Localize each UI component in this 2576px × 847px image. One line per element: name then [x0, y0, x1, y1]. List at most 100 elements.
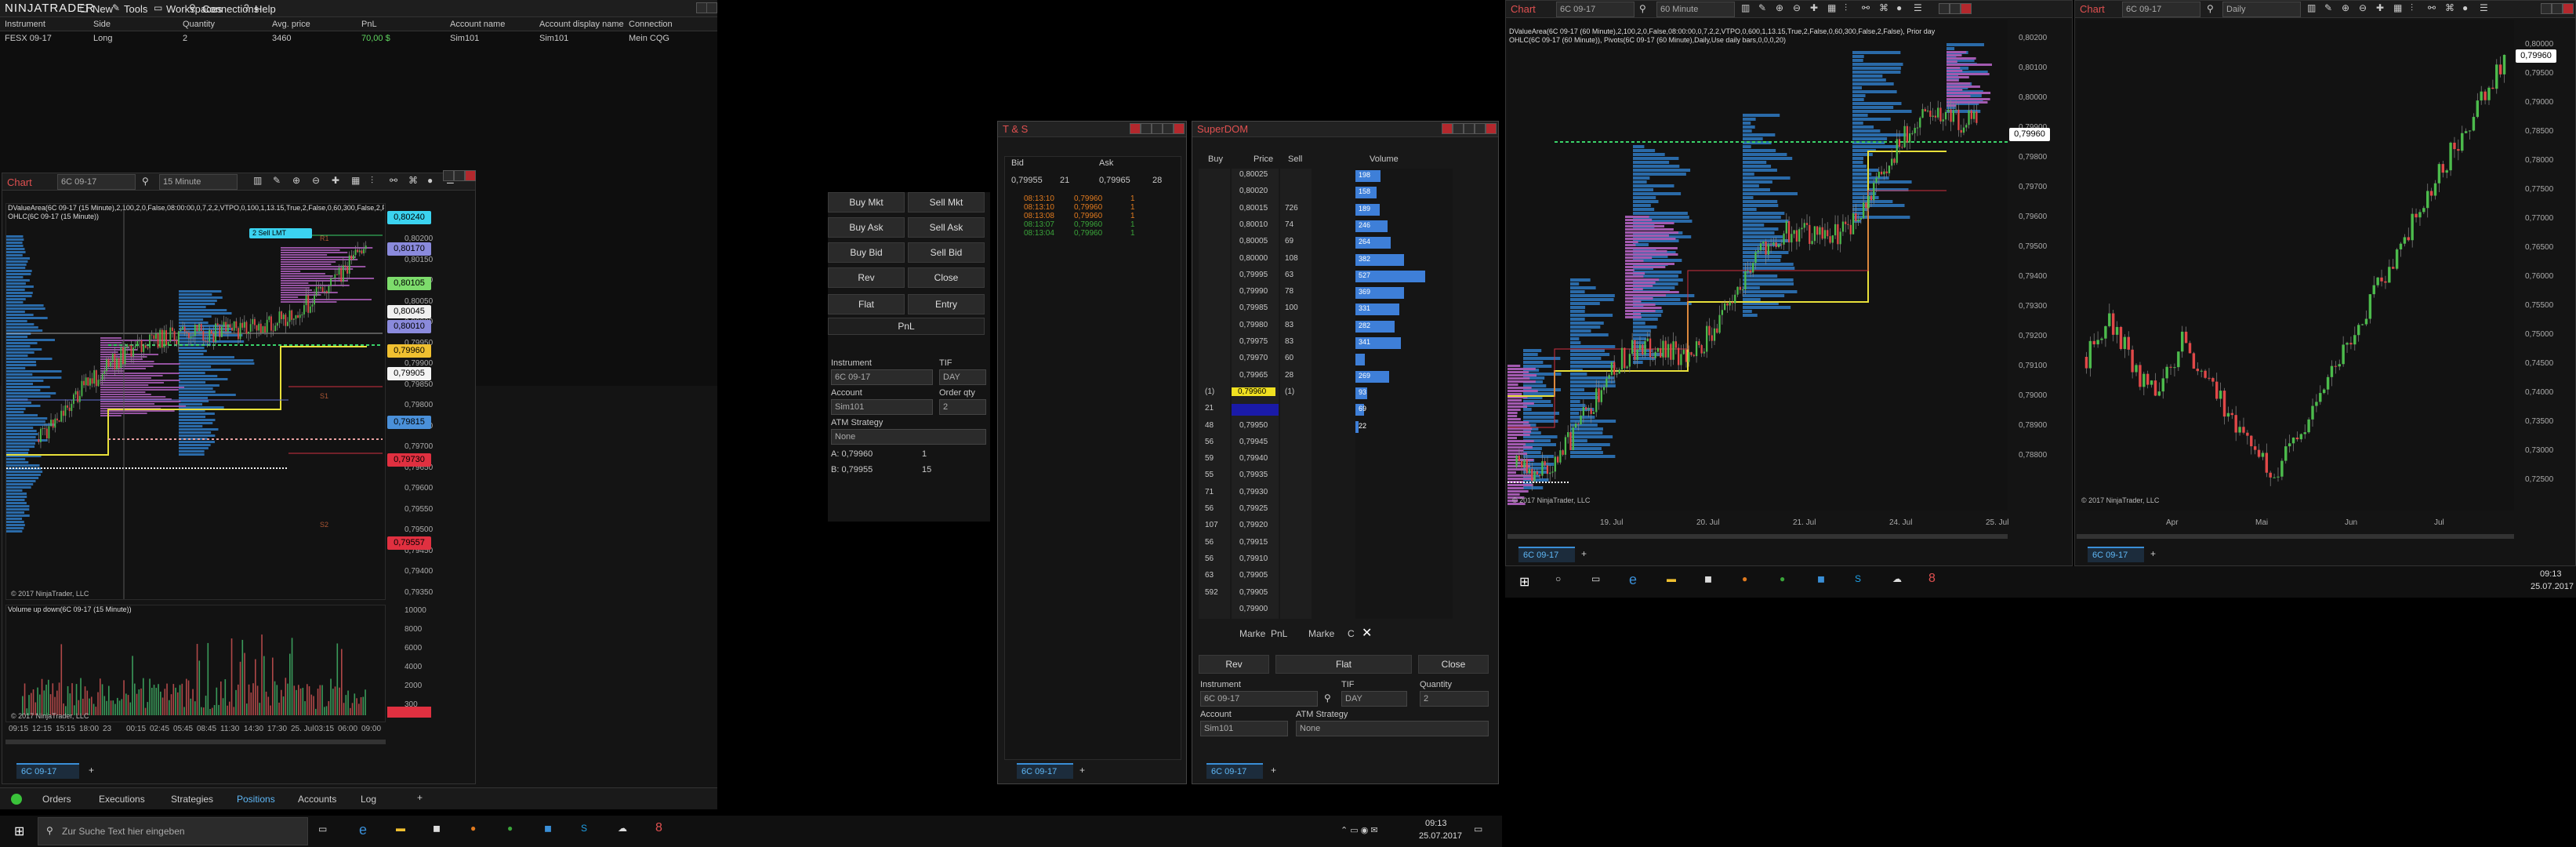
add-tab-icon[interactable]: + [89, 765, 94, 776]
tab-positions[interactable]: Positions [237, 794, 275, 805]
dom-price-cell[interactable]: 0,79940 [1239, 454, 1268, 463]
ct-order-qty-stepper[interactable]: 2 [939, 399, 986, 415]
chart2-snapshot-icon[interactable]: ● [1896, 2, 1902, 13]
dom-tif-select[interactable]: DAY [1341, 691, 1407, 707]
entry-button[interactable]: Entry [908, 294, 985, 314]
sell-ask-button[interactable]: Sell Ask [908, 217, 985, 238]
chart3-strategy-icon[interactable]: ⚯ [2428, 2, 2436, 13]
dom-price-cell[interactable]: 0,80005 [1239, 237, 1268, 245]
dom-price-cell[interactable]: 0,79985 [1239, 304, 1268, 312]
dom-price-cell[interactable]: 0,79945 [1239, 438, 1268, 446]
sell-mkt-button[interactable]: Sell Mkt [908, 192, 985, 213]
dom-buy-cell[interactable]: 56 [1205, 504, 1214, 513]
chrome-icon[interactable]: ● [507, 823, 513, 834]
zoom-in-icon[interactable]: ⊕ [292, 175, 300, 186]
dom-price-cell[interactable]: 0,79900 [1239, 605, 1268, 613]
dom-close-button[interactable]: Close [1418, 655, 1489, 674]
col-instrument[interactable]: Instrument [5, 20, 45, 29]
dom-buy-cell[interactable]: 55 [1205, 471, 1214, 479]
chart2-search-icon[interactable]: ⚲ [1639, 3, 1646, 14]
notification-icon[interactable]: ▭ [1474, 823, 1482, 834]
chart1-tab[interactable]: 6C 09-17 [16, 763, 79, 779]
ts-min-button[interactable] [1141, 123, 1152, 134]
chart2-min-button[interactable] [1939, 3, 1950, 14]
chart2-zoomout-icon[interactable]: ⊖ [1793, 2, 1801, 13]
add-tab-icon-2[interactable]: + [417, 792, 423, 803]
dom-price-cell[interactable]: 0,79950 [1239, 421, 1268, 430]
dom-sell-cell[interactable]: 60 [1285, 354, 1293, 362]
dom-price-cell[interactable]: 0,79975 [1239, 337, 1268, 346]
search-icon[interactable]: ⚲ [142, 176, 149, 187]
chart2-instrument-select[interactable]: 6C 09-17 [1556, 2, 1634, 17]
bar-type-icon[interactable]: ▥ [253, 175, 262, 186]
buy-mkt-button[interactable]: Buy Mkt [828, 192, 905, 213]
edge-icon[interactable]: e [359, 822, 367, 838]
chart1-close-button[interactable] [465, 170, 476, 181]
chart1-restore-button[interactable] [443, 170, 454, 181]
task-view-icon-2[interactable]: ▭ [1591, 573, 1600, 584]
dom-price-cell[interactable]: 0,79905 [1239, 571, 1268, 580]
chart3-search-icon[interactable]: ⚲ [2207, 3, 2214, 14]
dom-price-cell[interactable]: 0,79925 [1239, 504, 1268, 513]
dom-price-cell[interactable]: 0,79970 [1239, 354, 1268, 362]
dom-buy-cell[interactable]: 48 [1205, 421, 1214, 430]
dom-buy-cell[interactable]: 56 [1205, 554, 1214, 563]
chart3-bar-icon[interactable]: ▥ [2307, 2, 2316, 13]
dom-price-cell[interactable]: 0,80010 [1239, 220, 1268, 229]
dom-price-cell[interactable]: 0,79910 [1239, 554, 1268, 563]
dom-price-cell[interactable]: 0,80000 [1239, 254, 1268, 263]
chart2-price-axis[interactable]: 0,802000,801000,800000,799000,798000,797… [2008, 20, 2070, 511]
chart3-close-button[interactable] [2563, 3, 2574, 14]
chart3-snapshot-icon[interactable]: ● [2462, 2, 2468, 13]
ct-tif-select[interactable]: DAY [939, 369, 986, 385]
close-position-button[interactable]: Close [908, 267, 985, 288]
ninjatrader-icon[interactable]: 8 [655, 821, 662, 835]
dom-instrument-select[interactable]: 6C 09-17 [1200, 691, 1318, 707]
strategies-icon[interactable]: ⚯ [390, 175, 397, 186]
menu-tools[interactable]: Tools [124, 3, 147, 15]
chart3-pencil-icon[interactable]: ✎ [2324, 2, 2332, 13]
dom-sell-cell[interactable]: 74 [1285, 220, 1293, 229]
ts-tab[interactable]: 6C 09-17 [1017, 763, 1073, 779]
ts-restore-button[interactable] [1163, 123, 1174, 134]
chart2-interval-select[interactable]: 60 Minute [1656, 2, 1735, 17]
snapshot-icon[interactable]: ● [427, 175, 433, 186]
ct-instrument-select[interactable]: 6C 09-17 [831, 369, 933, 385]
dom-price-cell[interactable]: 0,79920 [1239, 521, 1268, 529]
chart3-scrollbar[interactable] [2077, 534, 2514, 539]
chart2-time-axis[interactable]: 19. Jul 20. Jul 21. Jul 24. Jul 25. Jul [1508, 518, 2008, 529]
dom-sell-cell[interactable]: 108 [1285, 254, 1298, 263]
ninjatrader-icon-2[interactable]: 8 [1928, 572, 1936, 586]
dom-price-cell[interactable]: 0,80020 [1239, 187, 1268, 195]
chart2-indicators-icon[interactable]: ⫶ [1845, 2, 1847, 14]
superdom-close-button[interactable] [1442, 123, 1453, 134]
cloud-icon-2[interactable]: ☁ [1892, 573, 1902, 584]
dom-sell-cell[interactable]: 83 [1285, 321, 1293, 329]
chart3-price-axis[interactable]: 0,80000 0,79500 0,79000 0,78500 0,78000 0,775… [2514, 20, 2575, 511]
chart3-indicators-icon[interactable]: ⫶ [2411, 2, 2413, 14]
col-pnl[interactable]: PnL [361, 20, 377, 29]
buy-bid-button[interactable]: Buy Bid [828, 242, 905, 263]
col-quantity[interactable]: Quantity [183, 20, 215, 29]
dom-price-cell[interactable]: 0,79915 [1239, 538, 1268, 547]
table-row[interactable]: FESX 09-17 Long 2 3460 70,00 $ Sim101 Si… [0, 31, 717, 45]
dom-sell-cell[interactable]: 726 [1285, 204, 1298, 213]
dom-tab[interactable]: 6C 09-17 [1206, 763, 1263, 779]
superdom-close-button-2[interactable] [1486, 123, 1497, 134]
ct-atm-select[interactable]: None [831, 429, 986, 445]
menu-connections[interactable]: Connections [202, 3, 259, 15]
dom-buy-cell[interactable]: 107 [1205, 521, 1218, 529]
dom-price-cell[interactable]: 0,79905 [1239, 588, 1268, 597]
superdom-min-button[interactable] [1453, 123, 1464, 134]
chart3-tag-icon[interactable]: ⌘ [2445, 2, 2454, 13]
dom-c-label[interactable]: C [1348, 628, 1355, 639]
dom-sell-cell[interactable]: 83 [1285, 337, 1293, 346]
chart1-price-panel[interactable]: DValueArea(6C 09-17 (15 Minute),2,100,2,… [5, 203, 386, 600]
firefox-icon-2[interactable]: ● [1742, 573, 1747, 584]
skype-icon-2[interactable]: S [1855, 573, 1861, 584]
dom-sell-cell[interactable]: 28 [1285, 371, 1293, 380]
dom-price-cell[interactable]: 0,79990 [1239, 287, 1268, 296]
chart2-tag-icon[interactable]: ⌘ [1879, 2, 1888, 13]
tab-orders[interactable]: Orders [42, 794, 71, 805]
chart3-list-icon[interactable]: ☰ [2480, 2, 2488, 13]
